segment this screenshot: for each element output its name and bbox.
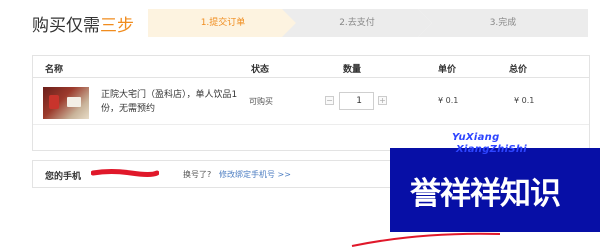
header-name: 名称	[45, 65, 64, 75]
step-pay: 2.去支付	[282, 9, 432, 37]
product-title[interactable]: 正院大宅门（盈科店），单人饮品1份，无需预约	[101, 88, 241, 116]
header-total: 总价	[509, 65, 528, 75]
step-submit-order: 1.提交订单	[148, 9, 298, 37]
step-label: 3.完成	[489, 18, 517, 28]
watermark-line1: YuXiang	[452, 132, 500, 143]
change-phone-link[interactable]: 修改绑定手机号 >>	[219, 169, 291, 180]
table-header: 名称 状态 数量 单价 总价	[33, 56, 589, 78]
decrease-quantity-button[interactable]: −	[325, 96, 334, 105]
step-label: 2.去支付	[339, 18, 375, 28]
total-price: ¥ 0.1	[514, 96, 535, 105]
product-thumbnail[interactable]	[43, 87, 89, 119]
step-complete: 3.完成	[418, 9, 588, 37]
watermark-line2: XiangZhiShi	[456, 144, 528, 155]
table-row: 正院大宅门（盈科店），单人饮品1份，无需预约 可购买 − 1 + ¥ 0.1 ¥…	[33, 79, 589, 125]
header-quantity: 数量	[343, 65, 362, 75]
watermark-cjk: 誉祥祥知识	[410, 176, 561, 212]
phone-number-redaction	[91, 169, 159, 177]
red-scribble	[351, 232, 501, 247]
step-label: 1.提交订单	[200, 18, 246, 28]
page-title-accent: 三步	[100, 16, 134, 36]
increase-quantity-button[interactable]: +	[378, 96, 387, 105]
product-status: 可购买	[249, 97, 273, 106]
page-title: 购买仅需三步	[32, 11, 134, 36]
header-unit-price: 单价	[438, 65, 457, 75]
unit-price: ¥ 0.1	[438, 96, 459, 105]
quantity-input[interactable]: 1	[339, 92, 374, 110]
checkout-steps: 1.提交订单 2.去支付 3.完成	[148, 9, 588, 37]
header-status: 状态	[251, 65, 270, 75]
phone-label: 您的手机	[45, 172, 82, 182]
page-title-main: 购买仅需	[32, 16, 100, 36]
phone-changed-prompt: 换号了?	[183, 170, 212, 179]
